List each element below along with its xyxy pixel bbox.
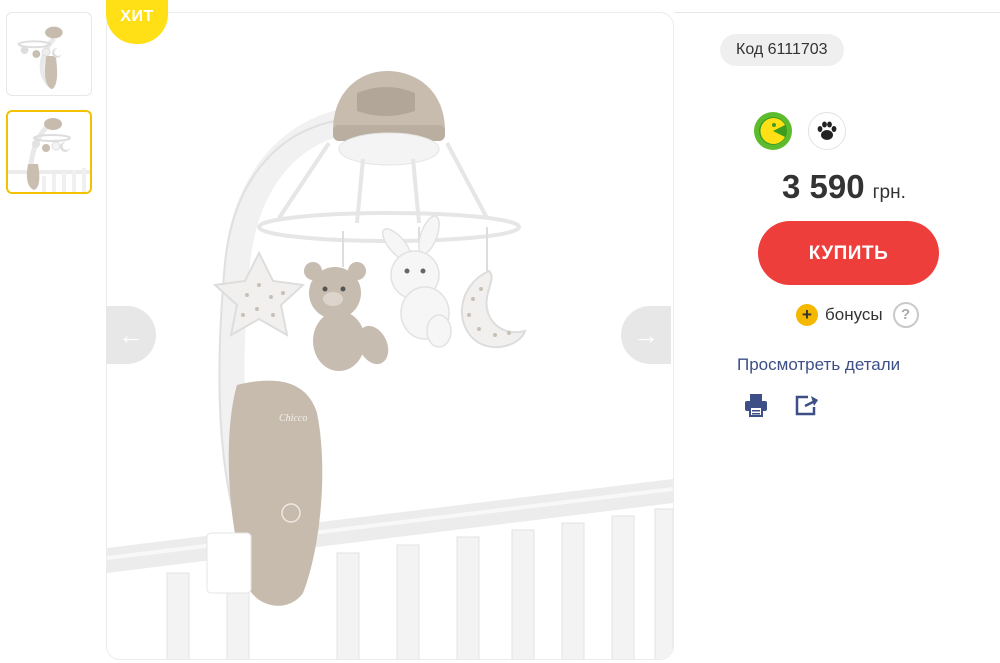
product-code: Код 6111703: [720, 34, 844, 66]
product-image[interactable]: Chicco: [107, 13, 673, 659]
green-pacman-icon[interactable]: [754, 112, 792, 150]
thumbnail-list: [6, 12, 94, 208]
svg-text:Chicco: Chicco: [279, 413, 307, 424]
print-icon[interactable]: [743, 393, 769, 417]
plus-icon: +: [796, 304, 818, 326]
price-value: 3 590: [782, 168, 865, 205]
price-currency: грн.: [872, 182, 906, 203]
buy-button[interactable]: КУПИТЬ: [758, 221, 939, 285]
help-icon[interactable]: ?: [892, 302, 919, 328]
projector-dome: [333, 71, 445, 166]
moon-toy: [460, 269, 527, 349]
product-image-gallery: Chicco: [106, 12, 674, 660]
divider: [674, 12, 1000, 13]
thumbnail-1[interactable]: [6, 12, 92, 96]
paw-icon[interactable]: [808, 112, 846, 150]
arrow-right-icon: →: [633, 320, 659, 350]
price: 3 590 грн.: [782, 168, 906, 206]
bear-toy: [304, 262, 389, 371]
arrow-left-icon: ←: [118, 320, 144, 350]
view-details-link[interactable]: Просмотреть детали: [737, 355, 900, 375]
bonus-row: + бонусы ?: [796, 302, 919, 328]
bonus-label: бонусы: [825, 305, 883, 324]
gallery-next-button[interactable]: →: [621, 306, 671, 364]
bunny-toy: [382, 215, 452, 348]
share-icon[interactable]: [794, 393, 820, 417]
crib-rail: [107, 479, 673, 659]
thumbnail-2[interactable]: [6, 110, 92, 194]
